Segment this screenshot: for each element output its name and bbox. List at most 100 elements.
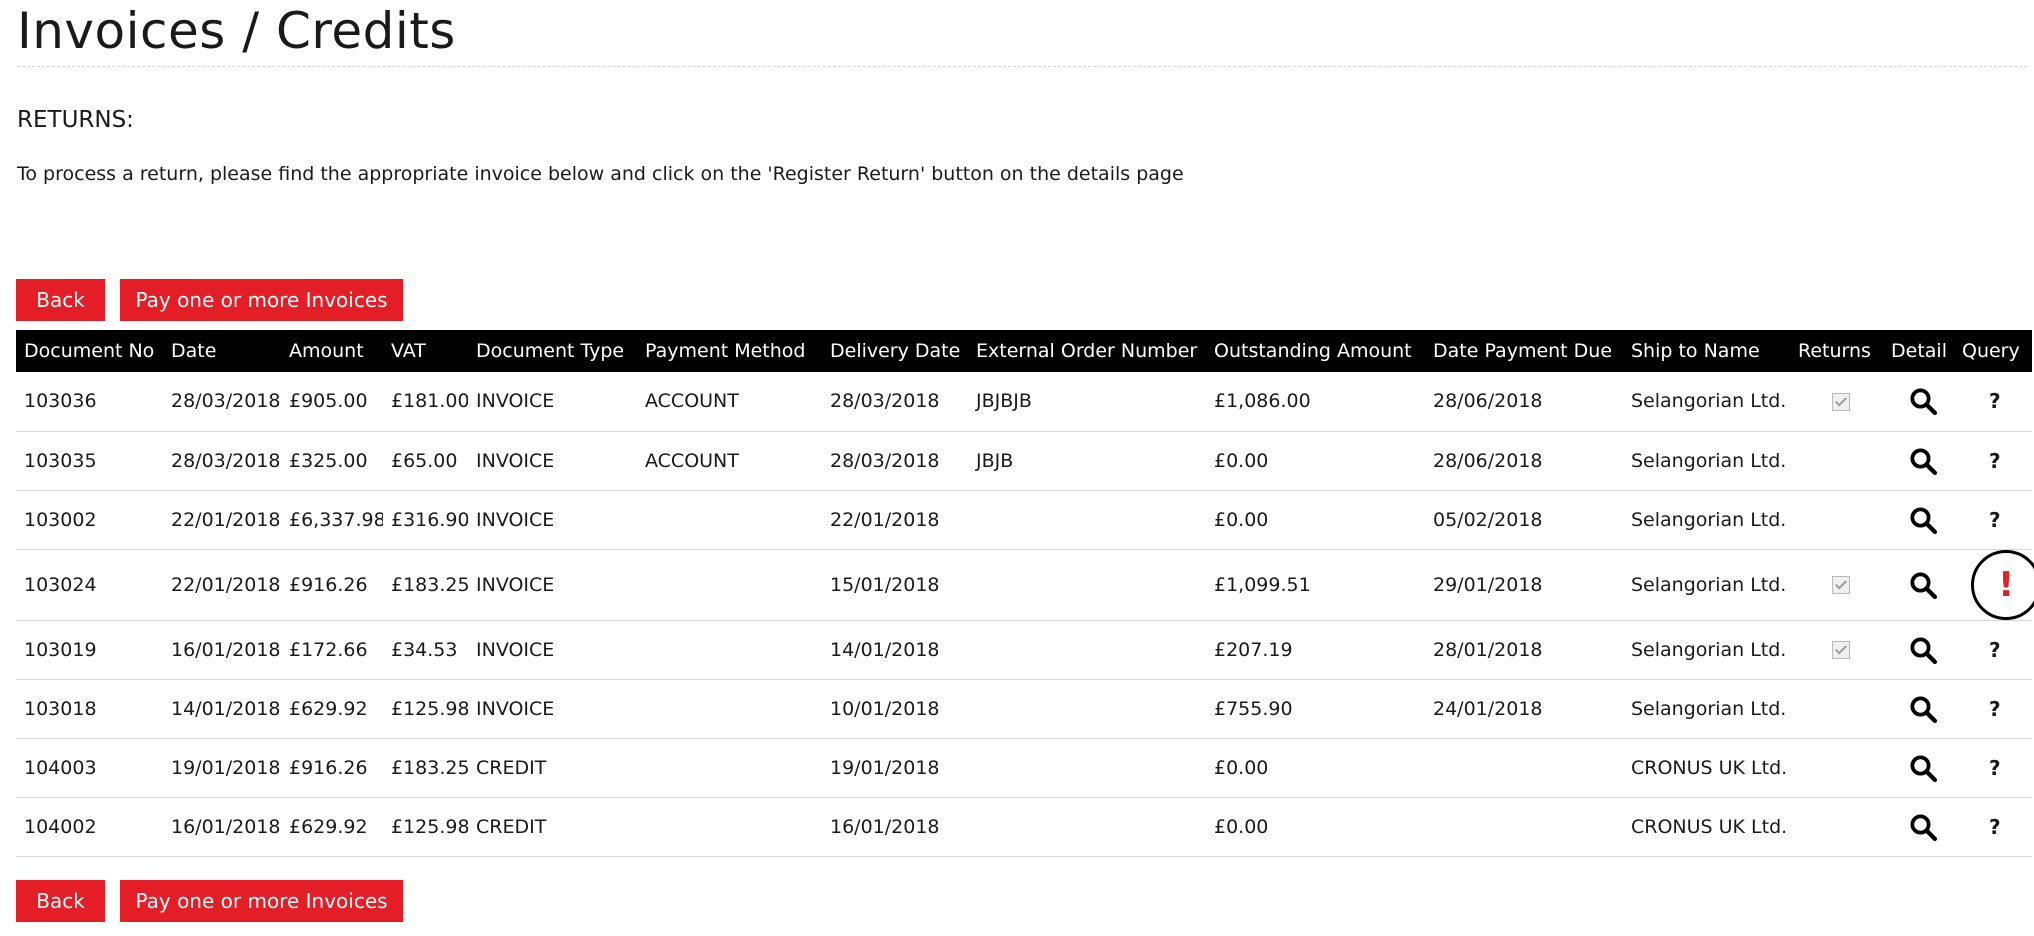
cell-returns xyxy=(1790,738,1883,797)
returns-checkbox xyxy=(1831,641,1850,659)
cell-date-payment-due: 29/01/2018 xyxy=(1433,573,1543,596)
cell-payment-method xyxy=(637,620,822,679)
cell-external-order-number xyxy=(968,679,1206,738)
cell-ship-to-name: Selangorian Ltd. xyxy=(1631,573,1787,596)
cell-returns xyxy=(1790,620,1883,679)
cell-external-order-number: JBJB xyxy=(976,449,1014,472)
col-header-date[interactable]: Date xyxy=(163,330,281,372)
cell-ship-to-name: Selangorian Ltd. xyxy=(1631,697,1787,720)
cell-delivery-date: 28/03/2018 xyxy=(830,390,940,413)
cell-outstanding-amount: £0.00 xyxy=(1214,756,1269,779)
col-header-ship-to-name[interactable]: Ship to Name xyxy=(1623,330,1790,372)
cell-date: 28/03/2018 xyxy=(171,449,281,472)
col-header-delivery-date[interactable]: Delivery Date xyxy=(822,330,968,372)
search-icon[interactable] xyxy=(1908,386,1938,416)
cell-vat: £181.00 xyxy=(391,390,468,413)
cell-query: ? xyxy=(1954,431,2032,490)
table-row: 103018 14/01/2018 £629.92 £125.98 INVOICE 10/… xyxy=(16,679,2032,738)
search-icon[interactable] xyxy=(1908,505,1938,535)
cell-document-type: INVOICE xyxy=(476,390,555,413)
returns-checkbox xyxy=(1831,576,1850,594)
col-header-payment-method[interactable]: Payment Method xyxy=(637,330,822,372)
cell-outstanding-amount: £755.90 xyxy=(1214,697,1293,720)
cell-document-no: 103035 xyxy=(24,449,97,472)
search-icon[interactable] xyxy=(1908,753,1938,783)
cell-document-type: INVOICE xyxy=(476,508,555,531)
cell-date: 28/03/2018 xyxy=(171,390,281,413)
cell-ship-to-name: CRONUS UK Ltd. xyxy=(1631,815,1788,838)
back-button-bottom[interactable]: Back xyxy=(16,880,105,922)
invoices-page: Invoices / Credits RETURNS: To process a… xyxy=(0,0,2034,936)
query-icon[interactable]: ? xyxy=(1989,508,2001,532)
table-row: 104003 19/01/2018 £916.26 £183.25 CREDIT 19/0… xyxy=(16,738,2032,797)
cell-detail xyxy=(1883,797,1954,856)
cell-document-no: 104003 xyxy=(24,756,97,779)
cell-outstanding-amount: £1,099.51 xyxy=(1214,573,1311,596)
query-alert-icon[interactable]: ! xyxy=(1971,549,2034,620)
cell-returns xyxy=(1790,490,1883,549)
cell-detail xyxy=(1883,738,1954,797)
cell-external-order-number xyxy=(968,797,1206,856)
col-header-document-type[interactable]: Document Type xyxy=(468,330,637,372)
query-icon[interactable]: ? xyxy=(1989,756,2001,780)
cell-vat: £316.90 xyxy=(391,508,468,531)
cell-delivery-date: 19/01/2018 xyxy=(830,756,940,779)
cell-ship-to-name: CRONUS UK Ltd. xyxy=(1631,756,1788,779)
cell-payment-method: ACCOUNT xyxy=(645,390,739,413)
search-icon[interactable] xyxy=(1908,812,1938,842)
query-icon[interactable]: ? xyxy=(1989,697,2001,721)
pay-invoices-button-bottom[interactable]: Pay one or more Invoices xyxy=(120,880,403,922)
cell-amount: £325.00 xyxy=(289,449,368,472)
cell-returns xyxy=(1790,797,1883,856)
query-icon[interactable]: ? xyxy=(1989,638,2001,662)
cell-payment-method xyxy=(637,490,822,549)
cell-amount: £629.92 xyxy=(289,697,368,720)
cell-amount: £6,337.98 xyxy=(289,508,383,531)
cell-returns xyxy=(1790,431,1883,490)
cell-detail xyxy=(1883,490,1954,549)
col-header-query: Query xyxy=(1962,340,2020,362)
cell-query: ? xyxy=(1954,679,2032,738)
cell-query: ? xyxy=(1954,372,2032,431)
title-divider xyxy=(17,66,2027,67)
search-icon[interactable] xyxy=(1908,446,1938,476)
cell-detail xyxy=(1883,431,1954,490)
cell-delivery-date: 14/01/2018 xyxy=(830,638,940,661)
cell-vat: £183.25 xyxy=(391,756,468,779)
col-header-amount[interactable]: Amount xyxy=(281,330,383,372)
cell-date: 16/01/2018 xyxy=(171,638,281,661)
cell-query: ? xyxy=(1954,490,2032,549)
table-row: 103002 22/01/2018 £6,337.98 £316.90 INVOICE 2… xyxy=(16,490,2032,549)
back-button[interactable]: Back xyxy=(16,279,105,321)
query-icon[interactable]: ? xyxy=(1989,449,2001,473)
col-header-date-payment-due[interactable]: Date Payment Due xyxy=(1425,330,1623,372)
cell-vat: £65.00 xyxy=(391,449,458,472)
cell-returns xyxy=(1790,372,1883,431)
cell-date: 19/01/2018 xyxy=(171,756,281,779)
cell-detail xyxy=(1883,372,1954,431)
col-header-vat[interactable]: VAT xyxy=(383,330,468,372)
cell-query: ? xyxy=(1954,620,2032,679)
cell-date-payment-due: 28/06/2018 xyxy=(1433,390,1543,413)
cell-query: ? xyxy=(1954,738,2032,797)
cell-ship-to-name: Selangorian Ltd. xyxy=(1631,390,1787,413)
query-icon[interactable]: ? xyxy=(1989,389,2001,413)
cell-returns xyxy=(1790,679,1883,738)
cell-amount: £172.66 xyxy=(289,638,368,661)
cell-external-order-number xyxy=(968,549,1206,620)
cell-outstanding-amount: £0.00 xyxy=(1214,449,1269,472)
search-icon[interactable] xyxy=(1908,635,1938,665)
invoices-table-body: 103036 28/03/2018 £905.00 £181.00 INVOICE ACC… xyxy=(16,372,2034,856)
search-icon[interactable] xyxy=(1908,570,1938,600)
col-header-outstanding-amount[interactable]: Outstanding Amount xyxy=(1206,330,1425,372)
pay-invoices-button[interactable]: Pay one or more Invoices xyxy=(120,279,403,321)
cell-amount: £905.00 xyxy=(289,390,368,413)
returns-checkbox xyxy=(1831,392,1850,411)
search-icon[interactable] xyxy=(1908,694,1938,724)
cell-document-type: CREDIT xyxy=(476,756,547,779)
cell-query: ? xyxy=(1954,797,2032,856)
cell-detail xyxy=(1883,549,1954,620)
query-icon[interactable]: ? xyxy=(1989,815,2001,839)
col-header-external-order-number[interactable]: External Order Number xyxy=(968,330,1206,372)
col-header-document-no[interactable]: Document No xyxy=(16,330,163,372)
